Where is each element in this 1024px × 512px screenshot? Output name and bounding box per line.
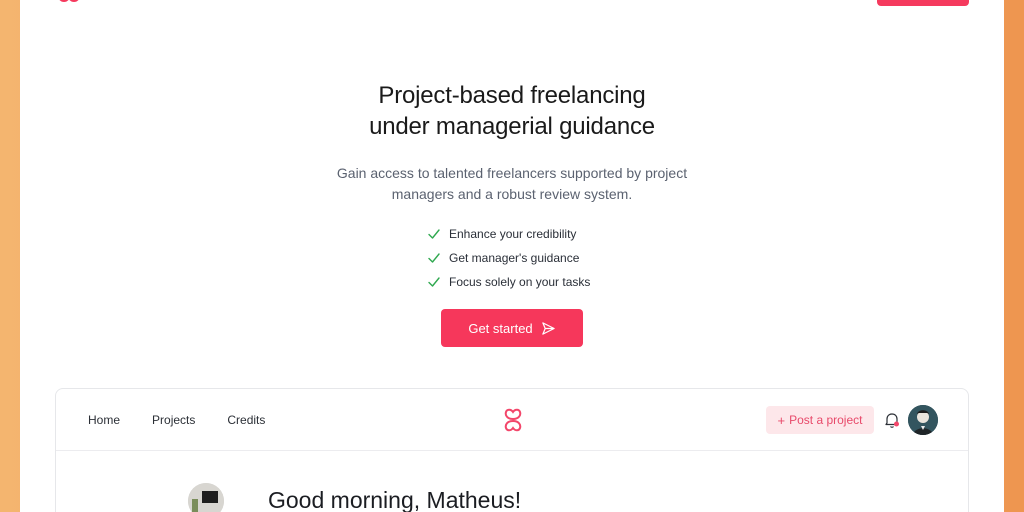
feature-item: Enhance your credibility — [427, 222, 687, 246]
post-project-button[interactable]: + Post a project — [766, 406, 874, 434]
hero-title: Project-based freelancing under manageri… — [20, 80, 1004, 142]
avatar-image — [908, 405, 938, 435]
app-preview: Home Projects Credits + Post a project G… — [55, 388, 969, 512]
check-icon — [428, 253, 440, 263]
check-icon — [428, 277, 440, 287]
hero-subtitle-line-1: Gain access to talented freelancers supp… — [336, 165, 688, 181]
post-project-label: Post a project — [789, 413, 863, 427]
hero-title-line-2: under managerial guidance — [369, 113, 655, 140]
check-icon — [428, 229, 440, 239]
get-started-button[interactable]: Get started — [441, 309, 583, 347]
send-icon — [541, 321, 555, 335]
feature-label: Focus solely on your tasks — [449, 275, 591, 289]
hero-title-line-1: Project-based freelancing — [378, 82, 646, 109]
hero-subtitle-line-2: managers and a robust review system. — [391, 186, 633, 202]
plus-icon: + — [777, 412, 786, 428]
user-avatar[interactable] — [908, 405, 938, 435]
nav-link-projects[interactable]: Projects — [152, 413, 195, 427]
feature-list: Enhance your credibility Get manager's g… — [427, 222, 687, 294]
header-cta-button[interactable] — [877, 0, 969, 6]
greeting-avatar — [188, 483, 224, 512]
feature-item: Focus solely on your tasks — [427, 270, 687, 294]
greeting-title: Good morning, Matheus! — [268, 487, 522, 512]
feature-label: Enhance your credibility — [449, 227, 577, 241]
nav-link-credits[interactable]: Credits — [227, 413, 265, 427]
clover-logo-icon[interactable] — [498, 405, 528, 435]
feature-label: Get manager's guidance — [449, 251, 580, 265]
bell-icon[interactable] — [884, 411, 900, 429]
feature-item: Get manager's guidance — [427, 246, 687, 270]
greeting-avatar-image — [188, 483, 224, 512]
app-nav-links: Home Projects Credits — [88, 389, 297, 451]
app-navbar: Home Projects Credits + Post a project — [56, 389, 968, 451]
nav-link-home[interactable]: Home — [88, 413, 120, 427]
hero-subtitle: Gain access to talented freelancers supp… — [20, 163, 1004, 205]
get-started-label: Get started — [468, 320, 533, 336]
landing-page: Project-based freelancing under manageri… — [20, 0, 1004, 512]
clover-logo-icon[interactable] — [56, 0, 82, 4]
